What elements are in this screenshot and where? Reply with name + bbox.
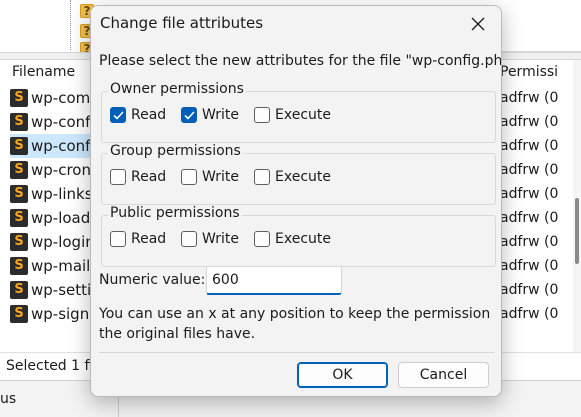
checkbox-label: Execute <box>275 231 331 247</box>
cancel-button[interactable]: Cancel <box>398 362 489 388</box>
file-name: wp-load. <box>31 209 96 227</box>
file-permissions: adfrw (0 <box>500 282 559 298</box>
checkmark-icon <box>183 110 195 120</box>
php-file-icon: S <box>10 233 28 251</box>
change-file-attributes-dialog: Change file attributes Please select the… <box>90 5 502 397</box>
group-read-checkbox[interactable]: Read <box>110 168 166 186</box>
scrollbar-thumb[interactable] <box>575 198 579 264</box>
php-file-icon: S <box>10 89 28 107</box>
checkbox-box <box>254 169 270 185</box>
file-permissions: adfrw (0 <box>500 90 559 106</box>
checkmark-icon <box>112 110 124 120</box>
owner-execute-checkbox[interactable]: Execute <box>254 106 331 124</box>
file-name: wp-links- <box>31 185 98 203</box>
php-file-icon: S <box>10 113 28 131</box>
numeric-value-input[interactable] <box>206 266 342 295</box>
checkbox-box <box>110 231 126 247</box>
group-write-checkbox[interactable]: Write <box>181 168 239 186</box>
right-pane-area <box>495 0 581 52</box>
checkbox-box <box>181 231 197 247</box>
close-button[interactable] <box>459 8 497 40</box>
php-file-icon: S <box>10 281 28 299</box>
group-execute-checkbox[interactable]: Execute <box>254 168 331 186</box>
file-row-selected[interactable]: S wp-confi <box>10 134 95 158</box>
file-name: wp-signu <box>31 305 99 323</box>
public-write-checkbox[interactable]: Write <box>181 230 239 248</box>
public-permissions-group: Public permissions Read Write Execute <box>101 205 496 267</box>
checkbox-box <box>254 231 270 247</box>
group-title: Group permissions <box>108 143 243 159</box>
selection-status-text: Selected 1 fi <box>6 358 94 374</box>
checkbox-label: Write <box>202 169 239 185</box>
checkbox-label: Execute <box>275 107 331 123</box>
file-permissions: adfrw (0 <box>500 258 559 274</box>
file-name: wp-mail. <box>31 257 96 275</box>
checkbox-box <box>254 107 270 123</box>
dialog-prompt: Please select the new attributes for the… <box>99 53 502 69</box>
numeric-value-label: Numeric value: <box>99 272 206 288</box>
file-permissions: adfrw (0 <box>500 186 559 202</box>
ok-button[interactable]: OK <box>297 362 388 388</box>
file-name: wp-cron. <box>31 161 96 179</box>
checkbox-box <box>181 107 197 123</box>
group-permissions-group: Group permissions Read Write Execute <box>101 143 496 205</box>
checkbox-label: Execute <box>275 169 331 185</box>
owner-write-checkbox[interactable]: Write <box>181 106 239 124</box>
file-permissions: adfrw (0 <box>500 210 559 226</box>
checkbox-label: Read <box>131 107 167 123</box>
file-permissions: adfrw (0 <box>500 138 559 154</box>
checkbox-label: Read <box>131 231 167 247</box>
php-file-icon: S <box>10 305 28 323</box>
checkbox-box <box>110 107 126 123</box>
public-execute-checkbox[interactable]: Execute <box>254 230 331 248</box>
php-file-icon: S <box>10 137 28 155</box>
checkbox-label: Write <box>202 107 239 123</box>
checkbox-label: Read <box>131 169 167 185</box>
checkbox-label: Write <box>202 231 239 247</box>
checkbox-box <box>181 169 197 185</box>
file-permissions: adfrw (0 <box>500 306 559 322</box>
file-permissions: adfrw (0 <box>500 234 559 250</box>
hint-text: You can use an x at any position to keep… <box>99 306 491 342</box>
group-title: Owner permissions <box>108 81 246 97</box>
queue-column-status: us <box>0 391 17 407</box>
php-file-icon: S <box>10 185 28 203</box>
php-file-icon: S <box>10 257 28 275</box>
dialog-titlebar[interactable]: Change file attributes <box>91 6 501 42</box>
php-file-icon: S <box>10 209 28 227</box>
tree-connector-line <box>70 0 71 50</box>
php-file-icon: S <box>10 161 28 179</box>
checkbox-box <box>110 169 126 185</box>
group-title: Public permissions <box>108 205 242 221</box>
public-read-checkbox[interactable]: Read <box>110 230 166 248</box>
column-header-permissions[interactable]: Permissi <box>500 64 558 80</box>
dialog-separator <box>99 352 494 353</box>
close-icon <box>471 17 485 31</box>
file-name: wp-confi <box>31 113 95 131</box>
file-name: wp-confi <box>31 137 95 155</box>
owner-read-checkbox[interactable]: Read <box>110 106 166 124</box>
owner-permissions-group: Owner permissions Read Write Execute <box>101 81 496 143</box>
file-permissions: adfrw (0 <box>500 162 559 178</box>
column-header-filename[interactable]: Filename <box>12 64 75 80</box>
dialog-title: Change file attributes <box>100 14 264 32</box>
file-name: wp-login <box>31 233 95 251</box>
file-permissions: adfrw (0 <box>500 114 559 130</box>
